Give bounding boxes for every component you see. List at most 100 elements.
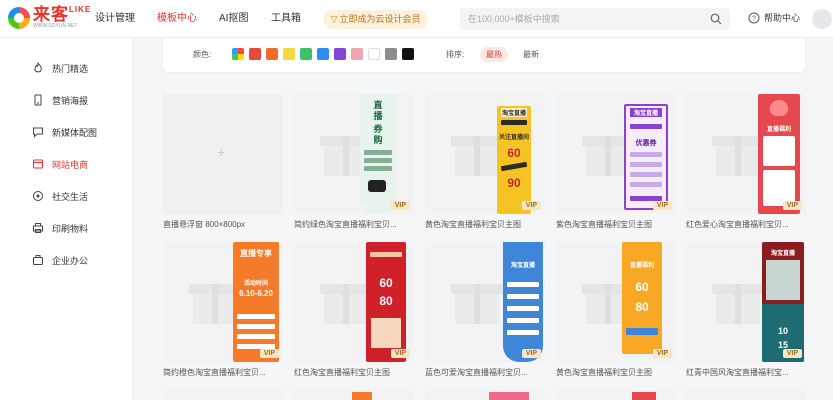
sidebar-item-social[interactable]: 社交生活 [0,182,133,210]
template-card-partial[interactable] [163,390,283,400]
top-bar: 来客LIKE WWW.SOYUN.NET 设计管理 模板中心 AI抠图 工具箱 … [0,0,833,38]
vip-badge: VIP [521,201,541,210]
color-swatch-blue[interactable] [317,48,329,60]
color-swatch-all[interactable] [232,48,244,60]
vip-badge: VIP [521,349,541,358]
template-card-partial[interactable] [556,390,676,400]
template-thumbnail[interactable]: 淘宝直播 关注直播间 60 90 VIP [425,94,545,214]
plus-icon: + [217,144,226,160]
template-card-partial[interactable] [686,390,806,400]
color-swatch-green[interactable] [300,48,312,60]
color-filter-label: 颜色: [193,50,212,59]
template-title[interactable]: 紫色淘宝直播福利宝贝主图 [556,219,676,230]
sidebar-item-marketing[interactable]: 营销海报 [0,86,133,114]
nav-ai-cutout[interactable]: AI抠图 [219,0,248,38]
search-input[interactable] [468,8,698,30]
sidebar-item-ecommerce[interactable]: 网站电商 [0,150,133,178]
color-swatch-purple[interactable] [334,48,346,60]
search-bar [460,8,730,30]
logo-text: 来客 [33,5,69,24]
color-swatch-gray[interactable] [385,48,397,60]
color-swatch-white[interactable] [368,48,380,60]
poster-red-teal: 淘宝直播 10 15 [762,242,804,362]
help-icon: ? [748,12,760,23]
poster-blue: 淘宝直播 [503,242,543,362]
sort-new-button[interactable]: 最新 [517,47,545,62]
template-title[interactable]: 直播悬浮窗 800×800px [163,219,283,230]
vip-badge: VIP [390,349,410,358]
sort-hot-button[interactable]: 最热 [480,47,508,62]
vip-badge: VIP [259,349,279,358]
poster-red: 60 80 [366,242,406,362]
template-title[interactable]: 简约橙色淘宝直播福利宝贝... [163,367,283,378]
color-swatch-black[interactable] [402,48,414,60]
sidebar-item-label: 网站电商 [52,159,89,170]
template-card-partial[interactable] [294,390,414,400]
poster-red-heart: 直播福利 [758,94,800,214]
chat-icon [33,127,43,138]
gift-placeholder-icon [712,284,764,324]
cart-icon [33,159,43,169]
template-card-partial[interactable] [425,390,545,400]
phone-icon [34,94,42,106]
template-title[interactable]: 红色爱心淘宝直播福利宝贝... [686,219,806,230]
template-title[interactable]: 蓝色可爱淘宝直播福利宝贝... [425,367,545,378]
template-title[interactable]: 红色淘宝直播福利宝贝主图 [294,367,414,378]
nav-design-manage[interactable]: 设计管理 [95,0,135,38]
template-thumbnail[interactable]: + [163,94,283,214]
poster-yellow-2: 直播福利 60 80 [622,242,662,354]
template-thumbnail[interactable]: 60 80 VIP [294,242,414,362]
sidebar-item-new-media[interactable]: 新媒体配图 [0,118,133,146]
nav-template-center[interactable]: 模板中心 [157,0,197,38]
logo[interactable]: 来客LIKE WWW.SOYUN.NET [8,6,91,29]
nav-toolbox[interactable]: 工具箱 [271,0,301,38]
logo-url: WWW.SOYUN.NET [33,23,78,29]
template-title[interactable]: 黄色淘宝直播福利宝贝主图 [556,367,676,378]
sidebar-item-office[interactable]: 企业办公 [0,246,133,274]
logo-like-text: LIKE [69,5,92,14]
heart-icon [770,100,788,116]
vip-badge: VIP [782,201,802,210]
vip-badge: VIP [390,201,410,210]
help-center-link[interactable]: ? 帮助中心 [748,11,800,24]
sidebar-item-label: 新媒体配图 [52,127,98,138]
template-thumbnail[interactable]: 直 播 券 购 VIP [294,94,414,214]
template-title[interactable]: 红青中国风淘宝直播福利宝... [686,367,806,378]
template-thumbnail[interactable]: 直播福利 VIP [686,94,806,214]
sidebar-item-label: 社交生活 [52,191,89,202]
vip-badge: VIP [652,201,672,210]
help-center-label: 帮助中心 [764,13,801,23]
sidebar: 热门精选 营销海报 新媒体配图 网站电商 社交生活 印刷物料 企业办公 [0,38,133,400]
template-thumbnail[interactable]: 淘宝直播 VIP [425,242,545,362]
sidebar-item-hot[interactable]: 热门精选 [0,54,133,82]
template-thumbnail[interactable]: 淘宝直播 优惠券 VIP [556,94,676,214]
sidebar-item-label: 营销海报 [52,95,89,106]
briefcase-icon [33,255,43,265]
template-thumbnail[interactable]: 直播福利 60 80 VIP [556,242,676,362]
color-swatch-orange[interactable] [266,48,278,60]
vip-badge: VIP [782,349,802,358]
sidebar-item-label: 印刷物料 [52,223,89,234]
poster-yellow: 淘宝直播 关注直播间 60 90 [497,106,531,214]
vip-upgrade-button[interactable]: ▽ 立即成为云设计会员 [323,10,428,29]
color-swatch-yellow[interactable] [283,48,295,60]
share-icon [33,191,43,201]
avatar[interactable] [812,9,832,29]
color-swatch-pink[interactable] [351,48,363,60]
color-swatch-red[interactable] [249,48,261,60]
template-thumbnail[interactable]: 直播专享 活动时间 6.10-6.20 VIP [163,242,283,362]
poster-purple: 淘宝直播 优惠券 [624,104,668,210]
search-icon[interactable] [710,13,722,25]
template-title[interactable]: 黄色淘宝直播福利宝贝主图 [425,219,545,230]
sidebar-item-print[interactable]: 印刷物料 [0,214,133,242]
vip-badge: VIP [652,349,672,358]
template-title[interactable]: 简约绿色淘宝直播福利宝贝... [294,219,414,230]
sort-label: 排序: [446,50,465,59]
logo-icon [8,6,30,29]
template-thumbnail[interactable]: 淘宝直播 10 15 VIP [686,242,806,362]
filter-bar: 颜色: 排序: 最热 最新 [163,38,805,72]
gift-placeholder-icon [451,284,503,324]
poster-orange: 直播专享 活动时间 6.10-6.20 [233,242,279,362]
svg-text:?: ? [752,15,756,22]
print-icon [33,223,43,233]
